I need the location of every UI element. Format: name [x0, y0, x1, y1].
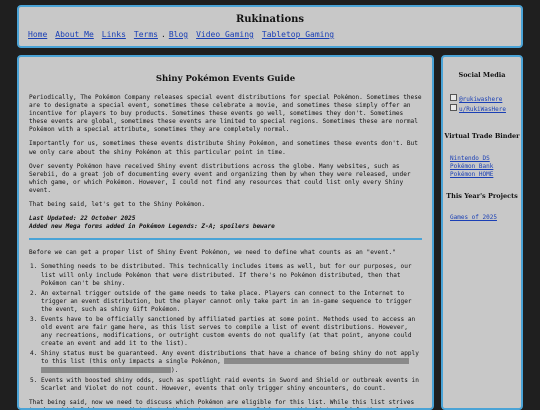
list-item: Events have to be officially sanctioned … — [41, 316, 422, 348]
intro-paragraph-3: Over seventy Pokémon have received Shiny… — [29, 162, 411, 194]
list-item: An external trigger outside of the game … — [41, 290, 422, 314]
social-links: @rukiwashere u/RukiWasHere — [450, 94, 521, 114]
redacted-text — [41, 366, 171, 373]
nav-video-gaming[interactable]: Video Gaming — [196, 30, 254, 39]
criteria-list: Something needs to be distributed. This … — [29, 263, 422, 392]
added-note: Added new Mega forms added in Pokémon Le… — [29, 223, 275, 231]
sidebar: Social Media @rukiwashere u/RukiWasHere … — [441, 55, 523, 410]
social-icon — [450, 94, 457, 101]
nav-blog[interactable]: Blog — [169, 30, 188, 39]
projects-heading: This Year's Projects — [446, 192, 518, 200]
last-updated: Last Updated: 22 October 2025 — [29, 215, 136, 223]
nav-links[interactable]: Links — [102, 30, 126, 39]
nav-terms[interactable]: Terms — [134, 30, 158, 39]
list-item: Events with boosted shiny odds, such as … — [41, 377, 422, 393]
bluesky-link[interactable]: @rukiwashere — [450, 94, 521, 104]
social-media-heading: Social Media — [458, 71, 506, 79]
main-content: Shiny Pokémon Events Guide Periodically,… — [17, 55, 434, 410]
reddit-link[interactable]: u/RukiWasHere — [450, 104, 521, 114]
nav-home[interactable]: Home — [28, 30, 47, 39]
section-divider — [29, 238, 422, 241]
nav-separator: . — [160, 30, 166, 39]
nintendo-ds-link[interactable]: Nintendo DS — [450, 155, 521, 163]
main-nav: Home About Me Links Terms. Blog Video Gaming T… — [28, 30, 342, 39]
site-header: Rukinations Home About Me Links Terms. Blog V… — [17, 5, 523, 48]
page-title: Shiny Pokémon Events Guide — [155, 74, 296, 84]
list-item: Shiny status must be guaranteed. Any eve… — [41, 350, 422, 374]
intro-paragraph-2: Importantly for us, sometimes these even… — [29, 140, 418, 156]
social-icon — [450, 104, 457, 111]
definition-intro: Before we can get a proper list of Shiny… — [29, 249, 396, 257]
projects-links: Games of 2025 — [450, 214, 521, 222]
list-item: Something needs to be distributed. This … — [41, 263, 422, 287]
pokemon-home-link[interactable]: Pokémon HOME — [450, 171, 521, 179]
nav-tabletop-gaming[interactable]: Tabletop Gaming — [262, 30, 334, 39]
site-title: Rukinations — [235, 14, 305, 25]
intro-paragraph-1: Periodically, The Pokémon Company releas… — [29, 94, 422, 134]
pokemon-bank-link[interactable]: Pokémon Bank — [450, 163, 521, 171]
eligibility-paragraph: That being said, now we need to discuss … — [29, 398, 415, 408]
binder-links: Nintendo DS Pokémon Bank Pokémon HOME — [450, 155, 521, 179]
games-of-2025-link[interactable]: Games of 2025 — [450, 214, 521, 222]
trade-binder-heading: Virtual Trade Binder — [444, 132, 520, 140]
nav-about-me[interactable]: About Me — [55, 30, 94, 39]
intro-paragraph-4: That being said, let's get to the Shiny … — [29, 201, 206, 209]
redacted-text — [224, 358, 410, 365]
